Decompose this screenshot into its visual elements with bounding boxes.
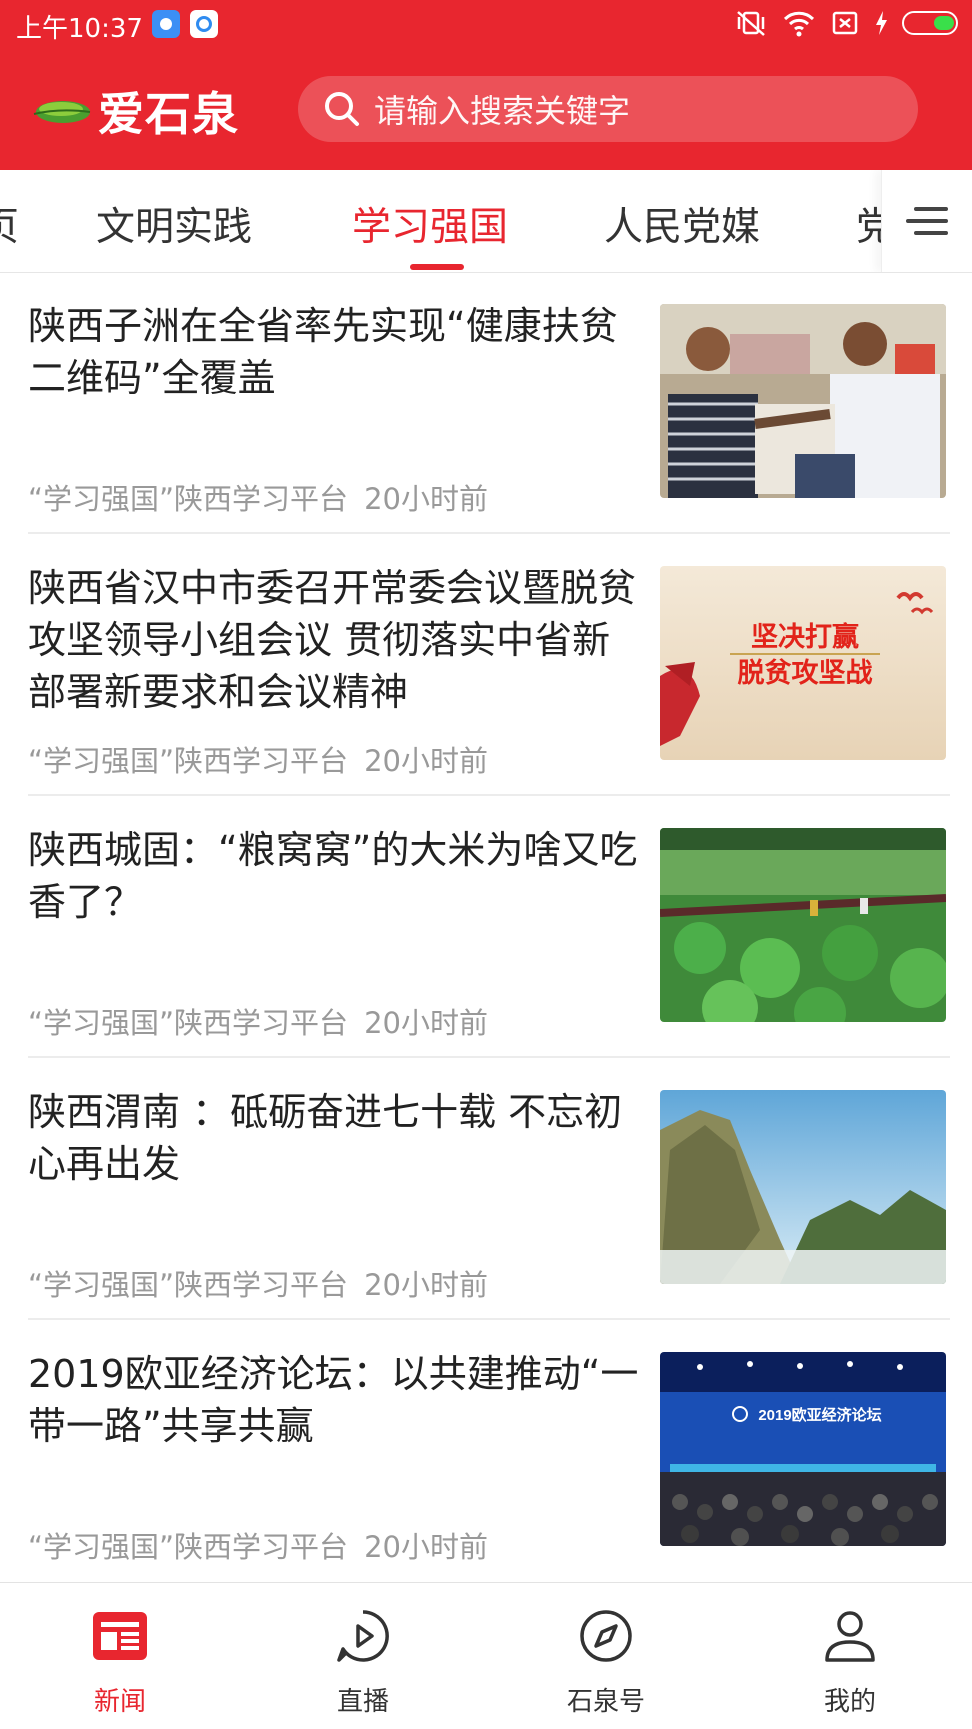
thumbnail-slogan-line2: 脱贫攻坚战 — [738, 657, 873, 688]
news-source: “学习强国”陕西学习平台 — [28, 1006, 349, 1040]
news-thumbnail: 2019欧亚经济论坛 — [660, 1352, 946, 1546]
news-source: “学习强国”陕西学习平台 — [28, 1268, 349, 1302]
channel-menu-button[interactable] — [881, 170, 972, 272]
notification-browser-icon — [190, 10, 218, 38]
wifi-icon — [783, 11, 815, 37]
news-thumbnail: 坚决打赢 脱贫攻坚战 — [660, 566, 946, 760]
no-sim-icon — [832, 11, 858, 35]
news-title: 陕西子洲在全省率先实现“健康扶贫二维码”全覆盖 — [28, 304, 618, 400]
news-title: 2019欧亚经济论坛：以共建推动“一带一路”共享共赢 — [28, 1352, 639, 1448]
compass-icon — [580, 1610, 632, 1662]
notification-app-icon — [152, 10, 180, 38]
news-title: 陕西城固：“粮窝窝”的大米为啥又吃香了？ — [28, 828, 638, 924]
news-time: 20小时前 — [364, 1530, 488, 1564]
nav-news[interactable]: 新闻 — [40, 1605, 200, 1718]
news-icon — [93, 1612, 147, 1660]
tab-partial-left[interactable]: 页 — [0, 196, 19, 252]
live-play-icon — [337, 1610, 389, 1662]
active-tab-indicator — [410, 264, 464, 270]
search-icon — [325, 92, 359, 126]
news-meta: “学习强国”陕西学习平台 20小时前 — [28, 476, 488, 518]
news-source: “学习强国”陕西学习平台 — [28, 482, 349, 516]
news-item[interactable]: 陕西渭南 ：砥砺奋进七十载 不忘初心再出发 “学习强国”陕西学习平台 20小时前 — [28, 1058, 950, 1320]
nav-mine[interactable]: 我的 — [770, 1605, 930, 1718]
news-meta: “学习强国”陕西学习平台 20小时前 — [28, 1262, 488, 1304]
nav-live[interactable]: 直播 — [283, 1605, 443, 1718]
charging-icon — [876, 11, 887, 35]
news-item[interactable]: 陕西城固：“粮窝窝”的大米为啥又吃香了？ “学习强国”陕西学习平台 20小时前 — [28, 796, 950, 1058]
news-meta: “学习强国”陕西学习平台 20小时前 — [28, 738, 488, 780]
news-thumbnail — [660, 304, 946, 498]
tab-xuexi-qiangguo[interactable]: 学习强国 — [352, 196, 508, 252]
search-bar[interactable]: 请输入搜索关键字 — [298, 76, 918, 142]
news-time: 20小时前 — [364, 1268, 488, 1302]
news-time: 20小时前 — [364, 1006, 488, 1040]
nav-live-label: 直播 — [336, 1687, 389, 1717]
status-time: 上午10:37 — [16, 14, 143, 44]
bottom-navigation: 新闻 直播 石泉号 我的 — [0, 1582, 972, 1729]
news-item[interactable]: 陕西子洲在全省率先实现“健康扶贫二维码”全覆盖 “学习强国”陕西学习平台 20小时… — [28, 272, 950, 534]
tab-people-party-media[interactable]: 人民党媒 — [604, 196, 760, 252]
nav-shiquan-hao[interactable]: 石泉号 — [526, 1605, 686, 1718]
tab-civilization-practice[interactable]: 文明实践 — [96, 196, 252, 252]
vibrate-off-icon — [737, 11, 765, 36]
news-time: 20小时前 — [364, 482, 488, 516]
menu-icon — [906, 207, 948, 235]
news-time: 20小时前 — [364, 744, 488, 778]
nav-news-label: 新闻 — [93, 1687, 146, 1717]
status-bar: 上午10:37 — [0, 0, 972, 50]
news-source: “学习强国”陕西学习平台 — [28, 1530, 349, 1564]
news-item[interactable]: 2019欧亚经济论坛：以共建推动“一带一路”共享共赢 “学习强国”陕西学习平台 2… — [28, 1320, 950, 1580]
news-meta: “学习强国”陕西学习平台 20小时前 — [28, 1000, 488, 1042]
logo-text: 爱石泉 — [98, 87, 239, 141]
news-title: 陕西渭南 ：砥砺奋进七十载 不忘初心再出发 — [28, 1090, 623, 1186]
thumbnail-slogan-line1: 坚决打赢 — [751, 621, 859, 652]
news-item[interactable]: 陕西省汉中市委召开常委会议暨脱贫攻坚领导小组会议 贯彻落实中省新部署新要求和会议… — [28, 534, 950, 796]
channel-tabs: 页 文明实践 学习强国 人民党媒 党 — [0, 170, 972, 273]
news-meta: “学习强国”陕西学习平台 20小时前 — [28, 1524, 488, 1566]
battery-icon — [902, 11, 958, 35]
nav-shiquan-hao-label: 石泉号 — [566, 1687, 645, 1717]
leaf-logo-icon — [33, 101, 91, 123]
app-logo[interactable]: 爱石泉 — [30, 78, 239, 144]
news-list: 陕西子洲在全省率先实现“健康扶贫二维码”全覆盖 “学习强国”陕西学习平台 20小时… — [0, 272, 972, 1580]
news-thumbnail — [660, 1090, 946, 1284]
user-icon — [825, 1611, 875, 1662]
search-placeholder: 请输入搜索关键字 — [374, 92, 631, 130]
news-source: “学习强国”陕西学习平台 — [28, 744, 349, 778]
thumbnail-banner-text: 2019欧亚经济论坛 — [758, 1406, 881, 1424]
nav-mine-label: 我的 — [823, 1687, 876, 1717]
news-thumbnail — [660, 828, 946, 1022]
news-title: 陕西省汉中市委召开常委会议暨脱贫攻坚领导小组会议 贯彻落实中省新部署新要求和会议… — [28, 566, 637, 714]
